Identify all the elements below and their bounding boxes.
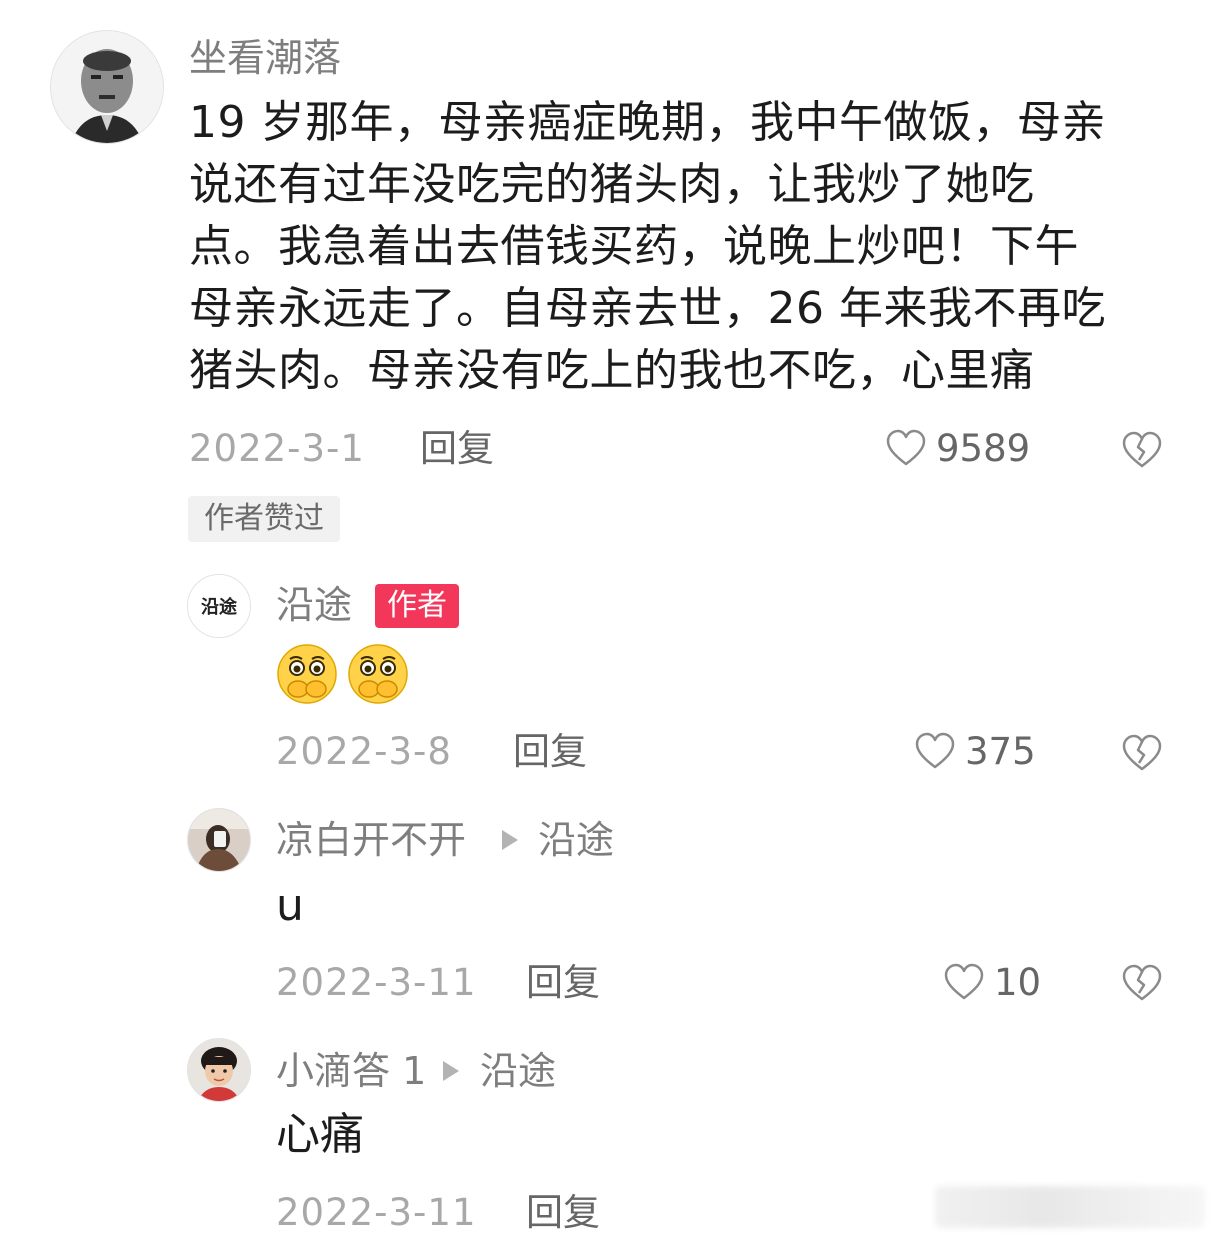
main-comment-text: 19 岁那年，母亲癌症晚期，我中午做饭，母亲 说还有过年没吃完的猪头肉，让我炒了… [189,92,1169,402]
reply-to-username[interactable]: 沿途 [538,821,614,859]
heart-outline-icon [944,963,984,1000]
reply-username[interactable]: 沿途 [276,586,352,624]
broken-heart-icon [1122,734,1162,771]
reply-button[interactable]: 回复 [526,1194,600,1231]
reply-button[interactable]: 回复 [513,733,587,770]
avatar-author[interactable]: 沿途 [187,574,251,638]
main-comment-date: 2022-3-1 [189,427,365,470]
comment-thread: 坐看潮落 19 岁那年，母亲癌症晚期，我中午做饭，母亲 说还有过年没吃完的猪头肉… [0,0,1216,1243]
child-photo-icon [188,1039,250,1101]
dislike-button[interactable] [1120,733,1164,773]
reply-username[interactable]: 小滴答 1 [276,1052,426,1090]
reply-button[interactable]: 回复 [526,964,600,1001]
reply-date: 2022-3-11 [276,1191,477,1234]
calligraphy-logo-icon: 沿途 [188,575,250,637]
heart-outline-icon [915,732,955,769]
user-photo-icon [188,809,250,871]
svg-text:沿途: 沿途 [201,596,238,618]
avatar-user[interactable] [187,1038,251,1102]
face-holding-back-tears-icon [276,643,338,705]
reply-text: u [276,880,304,931]
avatar-main-user[interactable] [50,30,164,144]
comment-line: 点。我急着出去借钱买药，说晚上炒吧！下午 [189,221,1079,272]
main-username[interactable]: 坐看潮落 [189,39,341,77]
like-button[interactable]: 9589 [884,428,1030,468]
like-count: 10 [994,960,1042,1004]
avatar-user[interactable] [187,808,251,872]
reply-date: 2022-3-11 [276,961,477,1004]
reply-username[interactable]: 凉白开不开 [276,821,466,859]
reply-button[interactable]: 回复 [420,430,494,467]
portrait-icon [51,31,163,143]
face-holding-back-tears-icon [347,643,409,705]
broken-heart-icon [1122,431,1162,468]
comment-line: 猪头肉。母亲没有吃上的我也不吃，心里痛 [189,345,1035,396]
like-button[interactable]: 375 [913,731,1036,771]
watermark [935,1186,1205,1228]
reply-date: 2022-3-8 [276,730,452,773]
author-liked-tag: 作者赞过 [188,496,340,542]
like-count: 9589 [936,426,1031,470]
reply-arrow-icon [502,830,518,850]
reply-text: 心痛 [276,1109,364,1160]
dislike-button[interactable] [1120,430,1164,470]
comment-line: 母亲永远走了。自母亲去世，26 年来我不再吃 [189,283,1106,334]
like-count: 375 [965,729,1036,773]
author-badge: 作者 [375,584,459,628]
comment-line: 19 岁那年，母亲癌症晚期，我中午做饭，母亲 [189,97,1106,148]
broken-heart-icon [1122,964,1162,1001]
reply-to-username[interactable]: 沿途 [480,1052,556,1090]
reply-arrow-icon [443,1061,459,1081]
like-button[interactable]: 10 [942,962,1041,1002]
heart-outline-icon [886,429,926,466]
dislike-button[interactable] [1120,963,1164,1003]
comment-line: 说还有过年没吃完的猪头肉，让我炒了她吃 [189,159,1035,210]
